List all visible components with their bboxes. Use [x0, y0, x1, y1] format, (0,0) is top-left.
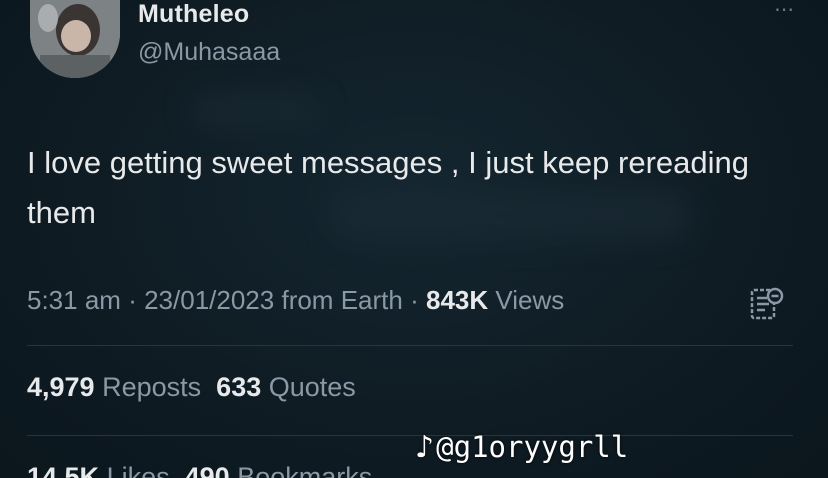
- separator: ·: [128, 285, 137, 315]
- likes-count[interactable]: 14.5K: [27, 462, 99, 478]
- separator: ·: [410, 285, 419, 315]
- likes-label[interactable]: Likes: [107, 462, 170, 478]
- views-count: 843K: [425, 285, 489, 315]
- quotes-label[interactable]: Quotes: [269, 372, 356, 402]
- more-options-icon[interactable]: ⋯: [765, 0, 805, 20]
- reposts-label[interactable]: Reposts: [102, 372, 201, 402]
- engagement-stats: 4,979 Reposts 633 Quotes: [27, 372, 356, 403]
- tweet-time[interactable]: 5:31 am: [27, 285, 121, 315]
- tweet-source: from Earth: [281, 285, 403, 315]
- avatar-photo: [30, 0, 120, 78]
- tweet-metadata: 5:31 am · 23/01/2023 from Earth · 843K V…: [27, 285, 564, 316]
- bookmarks-label[interactable]: Bookmarks: [237, 462, 372, 478]
- tweet-screenshot: Mutheleo @Muhasaaa ⋯ I love getting swee…: [0, 0, 828, 478]
- watermark-handle: @g1oryygrll: [436, 430, 629, 464]
- views-label: Views: [495, 285, 565, 315]
- tiktok-watermark: ♪@g1oryygrll: [415, 430, 628, 465]
- background-blur: [190, 95, 320, 125]
- analytics-icon[interactable]: [747, 284, 787, 324]
- divider: [27, 345, 793, 346]
- tweet-date[interactable]: 23/01/2023: [144, 285, 274, 315]
- avatar[interactable]: [30, 0, 120, 78]
- quotes-count[interactable]: 633: [216, 372, 261, 402]
- reposts-count[interactable]: 4,979: [27, 372, 95, 402]
- author-handle[interactable]: @Muhasaaa: [138, 38, 280, 67]
- bookmarks-count[interactable]: 490: [185, 462, 230, 478]
- tiktok-icon: ♪: [415, 430, 435, 465]
- divider: [27, 435, 793, 436]
- engagement-stats-secondary: 14.5K Likes 490 Bookmarks: [27, 462, 372, 478]
- author-name[interactable]: Mutheleo: [138, 0, 249, 29]
- tweet-text: I love getting sweet messages , I just k…: [27, 145, 750, 230]
